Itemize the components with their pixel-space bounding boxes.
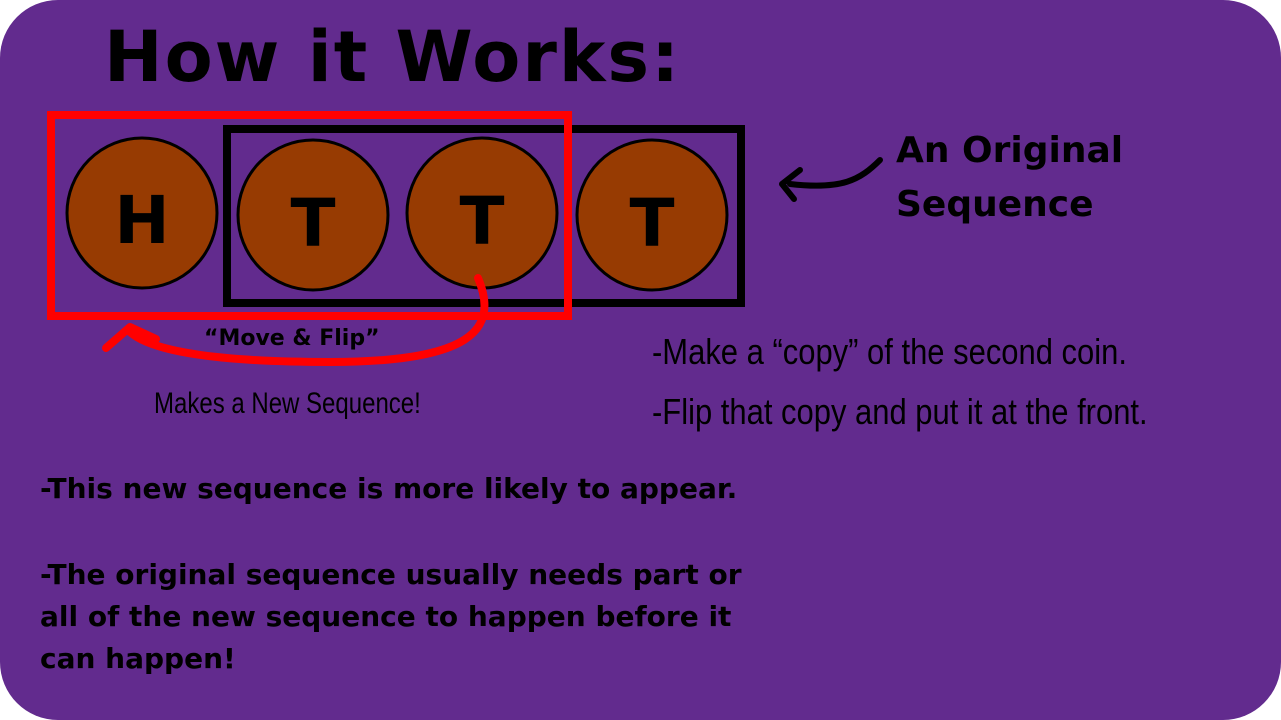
- coin-3-face: T: [459, 183, 504, 260]
- coin-2-face: T: [290, 185, 335, 262]
- coin-1: H: [65, 136, 219, 290]
- makes-new-sequence-label: Makes a New Sequence!: [154, 387, 421, 420]
- coin-4: T: [575, 138, 729, 292]
- coin-2: T: [236, 138, 390, 292]
- original-label-line1: An Original: [896, 130, 1124, 171]
- coin-1-face: H: [114, 182, 169, 259]
- original-pointer-arrow: [787, 157, 883, 189]
- coin-3: T: [405, 136, 559, 290]
- slide-card: How it Works: H T T T An Original Sequen…: [0, 0, 1281, 720]
- step-copy: -Make a “copy” of the second coin.: [652, 331, 1127, 372]
- note-likely: -This new sequence is more likely to app…: [40, 472, 738, 505]
- step-flip: -Flip that copy and put it at the front.: [652, 391, 1148, 432]
- original-label-line2: Sequence: [896, 184, 1094, 225]
- move-flip-label: “Move & Flip”: [204, 326, 380, 351]
- note-original-needs: -The original sequence usually needs par…: [40, 558, 742, 675]
- coin-4-face: T: [629, 185, 674, 262]
- original-sequence-label: An Original Sequence: [896, 124, 1123, 232]
